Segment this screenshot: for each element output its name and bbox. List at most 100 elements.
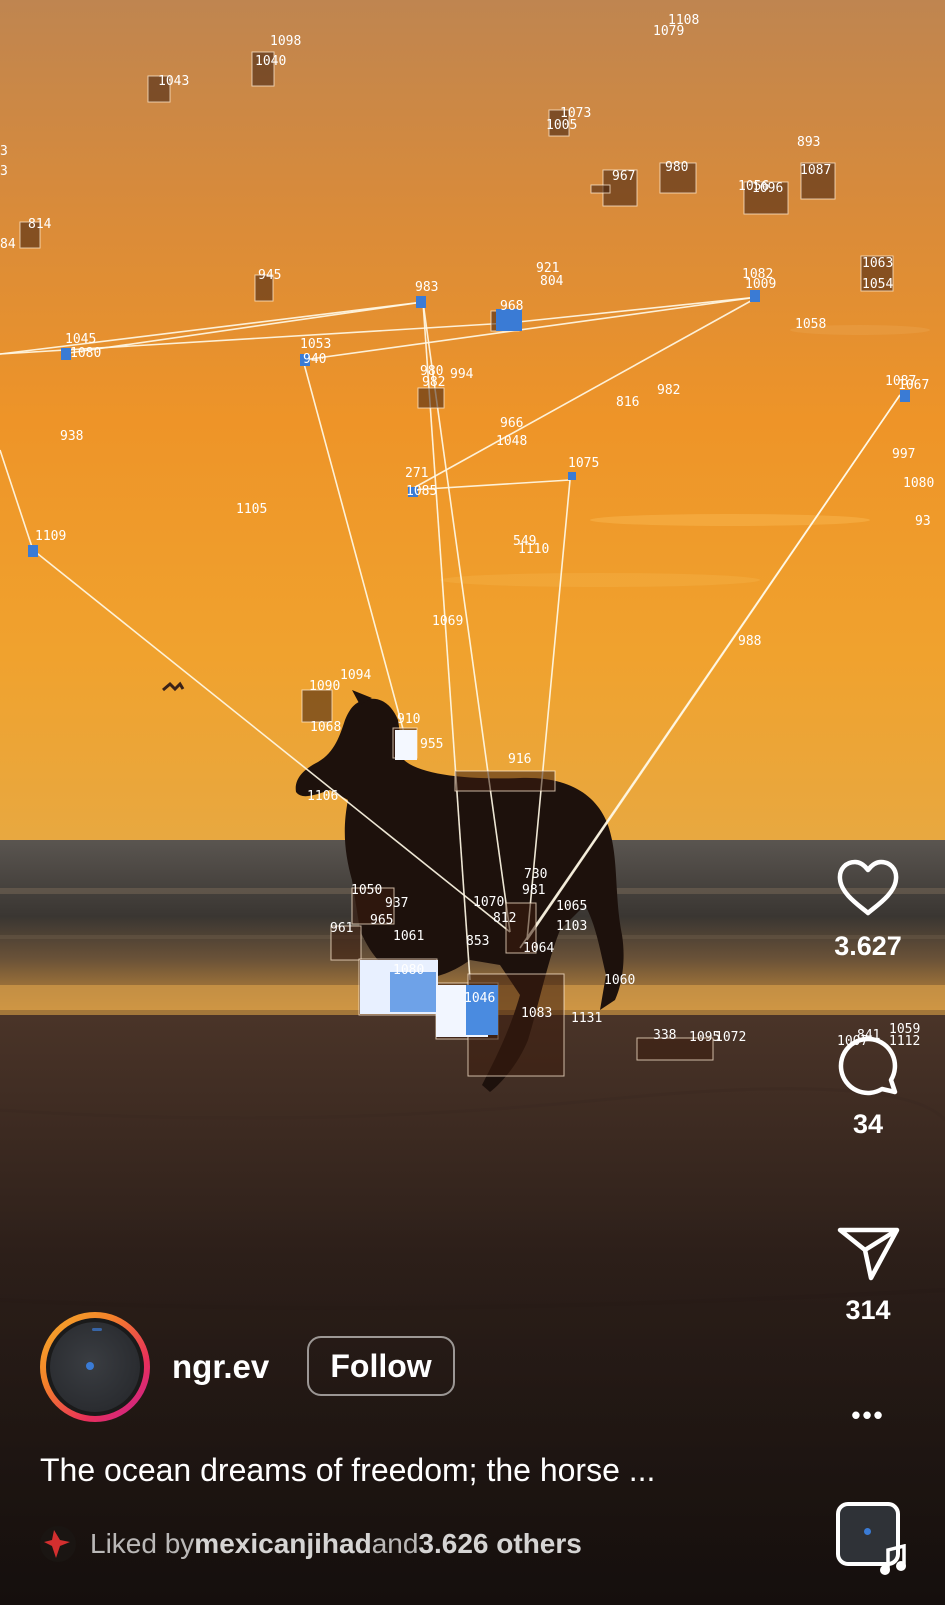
liked-prefix: Liked by xyxy=(90,1528,195,1559)
tracking-label: 1048 xyxy=(496,434,527,449)
tracking-label: 945 xyxy=(258,268,281,283)
liked-user[interactable]: mexicanjihad xyxy=(194,1528,371,1560)
audio-track-button[interactable] xyxy=(836,1502,906,1575)
avatar-dot-icon xyxy=(864,1528,871,1535)
tracking-label: 1005 xyxy=(546,118,577,133)
follow-label: Follow xyxy=(330,1347,432,1384)
tracking-label: 3 xyxy=(0,164,8,179)
comment-bubble-icon xyxy=(835,1034,901,1101)
tracking-label: 980 xyxy=(665,160,688,175)
tracking-label: 940 xyxy=(303,352,326,367)
tracking-label: 955 xyxy=(420,737,443,752)
tracking-label: 1083 xyxy=(521,1006,552,1021)
tracking-label: 812 xyxy=(493,911,516,926)
comment-button[interactable]: 34 xyxy=(828,1034,908,1140)
tracking-label: 1064 xyxy=(523,941,554,956)
avatar-mark-icon xyxy=(92,1328,102,1331)
tracking-label: 1080 xyxy=(393,963,424,978)
tracking-label: 1105 xyxy=(236,502,267,517)
reel-viewer[interactable]: 1108 1079 1098 1040 1043 1073 1005 893 1087 967 98… xyxy=(0,0,945,1605)
tracking-highlight xyxy=(568,472,576,480)
tracking-label: 1053 xyxy=(300,337,331,352)
tracking-label: 1069 xyxy=(432,614,463,629)
liker-avatar xyxy=(40,1526,76,1562)
tracking-label: 937 xyxy=(385,896,408,911)
tracking-box xyxy=(301,689,333,723)
share-count: 314 xyxy=(845,1295,891,1325)
tracking-label: 1090 xyxy=(309,679,340,694)
heart-icon xyxy=(835,858,901,923)
music-note-icon xyxy=(878,1543,908,1581)
tracking-label: 1067 xyxy=(898,378,929,393)
tracking-line xyxy=(302,296,759,361)
tracking-label: 981 xyxy=(522,883,545,898)
tracking-box xyxy=(454,770,556,792)
tracking-highlight xyxy=(395,730,417,760)
tracking-box xyxy=(417,387,445,409)
tracking-label: 1054 xyxy=(862,277,893,292)
tracking-label: 1094 xyxy=(340,668,371,683)
more-options-button[interactable]: ••• xyxy=(828,1400,908,1431)
tracking-label: 1009 xyxy=(745,277,776,292)
tracking-label: 965 xyxy=(370,913,393,928)
tracking-label: 1098 xyxy=(270,34,301,49)
tracking-label: 982 xyxy=(657,383,680,398)
tracking-label: 968 xyxy=(500,299,523,314)
author-avatar[interactable] xyxy=(40,1312,150,1422)
liked-others[interactable]: 3.626 others xyxy=(418,1528,581,1560)
tracking-label: 916 xyxy=(508,752,531,767)
tracking-label: 1040 xyxy=(255,54,286,69)
tracking-label: 271 xyxy=(405,466,428,481)
tracking-label: 84 xyxy=(0,237,16,252)
tracking-label: 1103 xyxy=(556,919,587,934)
tracking-label: 1061 xyxy=(393,929,424,944)
tracking-label: 893 xyxy=(797,135,820,150)
like-button[interactable]: 3.627 xyxy=(828,858,908,962)
more-dots-icon: ••• xyxy=(851,1400,885,1430)
tracking-label: 994 xyxy=(450,367,474,382)
liked-by-row[interactable]: Liked by mexicanjihad and 3.626 others xyxy=(40,1526,582,1562)
tracking-label: 1080 xyxy=(70,346,101,361)
share-button[interactable]: 314 xyxy=(828,1222,908,1326)
post-caption[interactable]: The ocean dreams of freedom; the horse .… xyxy=(40,1452,655,1489)
liked-and: and xyxy=(371,1528,419,1559)
comment-count: 34 xyxy=(852,1109,884,1139)
tracking-label: 1079 xyxy=(653,24,684,39)
tracking-label: 1058 xyxy=(795,317,826,332)
tracking-label: 967 xyxy=(612,169,635,184)
tracking-label: 983 xyxy=(415,280,438,295)
tracking-label: 1096 xyxy=(752,181,783,196)
paper-plane-icon xyxy=(835,1222,901,1287)
tracking-label: 910 xyxy=(397,712,420,727)
tracking-label: 1060 xyxy=(604,973,635,988)
tracking-box xyxy=(590,184,611,194)
tracking-label: 1131 xyxy=(571,1011,602,1026)
tracking-label: 1050 xyxy=(351,883,382,898)
author-username[interactable]: ngr.ev xyxy=(172,1348,269,1386)
tracking-label: 816 xyxy=(616,395,639,410)
tracking-line xyxy=(507,296,759,324)
tracking-label: 730 xyxy=(524,867,547,882)
tracking-label: 1043 xyxy=(158,74,189,89)
tracking-label: 1087 xyxy=(800,163,831,178)
tracking-highlight xyxy=(390,972,436,1012)
tracking-label: 1072 xyxy=(715,1030,746,1045)
avatar-dot-icon xyxy=(86,1362,94,1370)
tracking-label: 1075 xyxy=(568,456,599,471)
tracking-label: 1106 xyxy=(307,789,338,804)
tracking-label: 853 xyxy=(466,934,489,949)
tracking-label: 1063 xyxy=(862,256,893,271)
tracking-label: 961 xyxy=(330,921,353,936)
tracking-label: 814 xyxy=(28,217,52,232)
tracking-label: 1046 xyxy=(464,991,495,1006)
tracking-label: 3 xyxy=(0,144,8,159)
tracking-line xyxy=(0,449,34,551)
follow-button[interactable]: Follow xyxy=(307,1336,455,1396)
tracking-label: 1085 xyxy=(406,484,437,499)
tracking-label: 1109 xyxy=(35,529,66,544)
tracking-label: 1110 xyxy=(518,542,549,557)
tracking-label: 93 xyxy=(915,514,931,529)
tracking-label: 1070 xyxy=(473,895,504,910)
tracking-label: 966 xyxy=(500,416,523,431)
tracking-highlight xyxy=(416,296,426,308)
